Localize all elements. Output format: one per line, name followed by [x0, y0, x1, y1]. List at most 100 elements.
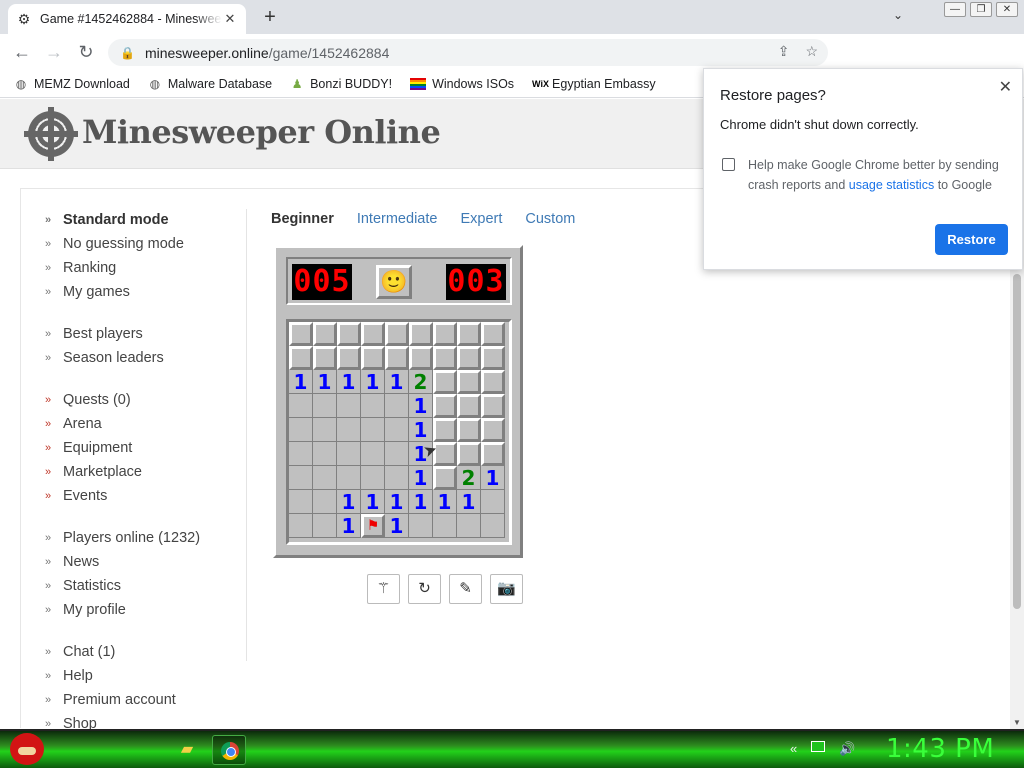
sidebar-item-no-guessing-mode[interactable]: » No guessing mode — [21, 233, 247, 257]
restore-window-button[interactable]: ❐ — [970, 2, 992, 17]
closed-cell[interactable] — [313, 322, 337, 346]
sidebar-item-statistics[interactable]: » Statistics — [21, 575, 247, 599]
closed-cell[interactable] — [409, 346, 433, 370]
empty-cell[interactable] — [313, 442, 337, 466]
closed-cell[interactable] — [457, 322, 481, 346]
empty-cell[interactable] — [289, 394, 313, 418]
bookmark-item[interactable]: ♟ Bonzi BUDDY! — [290, 77, 392, 91]
share-icon[interactable]: ⇪ — [778, 43, 790, 60]
sidebar-item-help[interactable]: » Help — [21, 665, 247, 689]
camera-icon[interactable]: 📷 — [490, 574, 523, 604]
close-tab-icon[interactable]: ✕ — [222, 11, 238, 27]
number-cell[interactable]: 1 — [409, 418, 433, 442]
empty-cell[interactable] — [385, 466, 409, 490]
closed-cell[interactable] — [289, 346, 313, 370]
tray-arrow-icon[interactable]: « — [790, 741, 797, 757]
number-cell[interactable]: 1 — [409, 490, 433, 514]
closed-cell[interactable] — [457, 394, 481, 418]
empty-cell[interactable] — [481, 514, 505, 538]
tab-beginner[interactable]: Beginner — [271, 211, 334, 227]
empty-cell[interactable] — [361, 418, 385, 442]
empty-cell[interactable] — [385, 442, 409, 466]
sidebar-item-chat-1[interactable]: » Chat (1) — [21, 641, 247, 665]
closed-cell[interactable] — [433, 418, 457, 442]
number-cell[interactable]: 1 — [337, 370, 361, 394]
closed-cell[interactable] — [457, 370, 481, 394]
closed-cell[interactable] — [433, 346, 457, 370]
new-tab-button[interactable]: + — [258, 6, 282, 28]
number-cell[interactable]: 1 — [361, 490, 385, 514]
empty-cell[interactable] — [361, 394, 385, 418]
flag-icon[interactable]: ⚑ — [361, 514, 385, 538]
closed-cell[interactable] — [409, 322, 433, 346]
closed-cell[interactable] — [433, 466, 457, 490]
empty-cell[interactable] — [337, 442, 361, 466]
closed-cell[interactable] — [361, 322, 385, 346]
sidebar-item-my-profile[interactable]: » My profile — [21, 599, 247, 623]
number-cell[interactable]: 1 — [385, 370, 409, 394]
closed-cell[interactable] — [361, 346, 385, 370]
number-cell[interactable]: 1 — [433, 490, 457, 514]
crash-report-checkbox[interactable] — [722, 158, 735, 171]
closed-cell[interactable] — [457, 442, 481, 466]
closed-cell[interactable] — [457, 418, 481, 442]
closed-cell[interactable] — [481, 322, 505, 346]
scrollbar-thumb[interactable] — [1013, 274, 1021, 609]
number-cell[interactable]: 1 — [409, 394, 433, 418]
site-logo-icon[interactable] — [24, 107, 78, 161]
volume-icon[interactable]: 🔊 — [839, 741, 855, 757]
number-cell[interactable]: 1 — [337, 514, 361, 538]
empty-cell[interactable] — [481, 490, 505, 514]
closed-cell[interactable] — [481, 370, 505, 394]
bookmark-star-icon[interactable]: ☆ — [805, 43, 818, 60]
tab-expert[interactable]: Expert — [460, 211, 502, 227]
empty-cell[interactable] — [433, 514, 457, 538]
empty-cell[interactable] — [361, 442, 385, 466]
bookmark-item[interactable]: WiX Egyptian Embassy — [532, 77, 656, 91]
closed-cell[interactable] — [433, 370, 457, 394]
closed-cell[interactable] — [481, 394, 505, 418]
lock-icon[interactable]: 🔒 — [120, 46, 135, 60]
edit-icon[interactable]: ✎ — [449, 574, 482, 604]
empty-cell[interactable] — [361, 466, 385, 490]
closed-cell[interactable] — [481, 346, 505, 370]
empty-cell[interactable] — [337, 418, 361, 442]
restart-icon[interactable]: ↻ — [408, 574, 441, 604]
network-icon[interactable] — [811, 741, 826, 752]
sidebar-item-arena[interactable]: » Arena — [21, 413, 247, 437]
closed-cell[interactable] — [481, 442, 505, 466]
sidebar-item-news[interactable]: » News — [21, 551, 247, 575]
back-icon[interactable]: ← — [6, 36, 38, 68]
restore-button[interactable]: Restore — [935, 224, 1008, 255]
number-cell[interactable]: 1 — [385, 514, 409, 538]
sidebar-item-quests-0[interactable]: » Quests (0) — [21, 389, 247, 413]
number-cell[interactable]: 1 — [361, 370, 385, 394]
sidebar-item-my-games[interactable]: » My games — [21, 281, 247, 305]
tab-intermediate[interactable]: Intermediate — [357, 211, 438, 227]
wand-icon[interactable]: ⚚ — [367, 574, 400, 604]
empty-cell[interactable] — [337, 394, 361, 418]
empty-cell[interactable] — [337, 466, 361, 490]
tab-custom[interactable]: Custom — [525, 211, 575, 227]
site-title[interactable]: Minesweeper Online — [82, 113, 441, 151]
sidebar-item-best-players[interactable]: » Best players — [21, 323, 247, 347]
sidebar-item-equipment[interactable]: » Equipment — [21, 437, 247, 461]
dialog-close-icon[interactable]: ✕ — [999, 77, 1012, 97]
number-cell[interactable]: 1 — [289, 370, 313, 394]
forward-icon[interactable]: → — [38, 36, 70, 68]
closed-cell[interactable] — [337, 346, 361, 370]
empty-cell[interactable] — [313, 466, 337, 490]
number-cell[interactable]: 1 — [409, 466, 433, 490]
number-cell[interactable]: 2 — [409, 370, 433, 394]
closed-cell[interactable] — [289, 322, 313, 346]
sidebar-item-premium-account[interactable]: » Premium account — [21, 689, 247, 713]
sidebar-item-events[interactable]: » Events — [21, 485, 247, 509]
number-cell[interactable]: 2 — [457, 466, 481, 490]
bookmark-item[interactable]: ◍ MEMZ Download — [14, 77, 130, 91]
sidebar-item-marketplace[interactable]: » Marketplace — [21, 461, 247, 485]
closed-cell[interactable] — [433, 394, 457, 418]
closed-cell[interactable] — [481, 418, 505, 442]
empty-cell[interactable] — [409, 514, 433, 538]
empty-cell[interactable] — [313, 418, 337, 442]
empty-cell[interactable] — [289, 442, 313, 466]
